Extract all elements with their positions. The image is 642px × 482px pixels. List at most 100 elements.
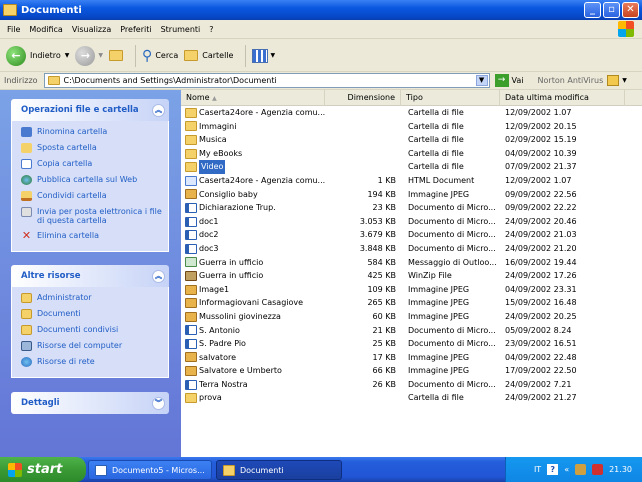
table-row[interactable]: salvatore 17 KB Immagine JPEG 04/09/2002 22… xyxy=(181,351,642,365)
close-button[interactable]: ✕ xyxy=(622,2,639,18)
system-tray: IT ? « 21.30 xyxy=(505,457,642,482)
table-row[interactable]: S. Antonio 21 KB Documento di Micro... 05/0… xyxy=(181,324,642,338)
address-input[interactable]: C:\Documents and Settings\Administrator\… xyxy=(43,73,490,88)
table-row[interactable]: prova Cartella di file 24/09/2002 21.27 xyxy=(181,391,642,405)
title-bar[interactable]: Documenti _ ▫ ✕ xyxy=(0,0,642,20)
collapse-icon[interactable]: ︽ xyxy=(152,103,165,117)
menu-modifica[interactable]: Modifica xyxy=(26,25,68,34)
table-row[interactable]: S. Padre Pio 25 KB Documento di Micro... 23… xyxy=(181,337,642,351)
cell-date: 24/09/2002 20.46 xyxy=(505,216,577,226)
task-move-folder[interactable]: Sposta cartella xyxy=(21,143,168,159)
taskbar-item-word[interactable]: Documento5 - Micros... xyxy=(88,460,212,480)
table-row[interactable]: Mussolini giovinezza 60 KB Immagine JPEG 24… xyxy=(181,310,642,324)
menu-help[interactable]: ? xyxy=(206,25,219,34)
taskbar-item-documenti[interactable]: Documenti xyxy=(216,460,342,480)
go-button[interactable]: → Vai xyxy=(494,74,524,87)
panel-header[interactable]: Altre risorse ︽ xyxy=(11,265,169,287)
place-my-computer[interactable]: Risorse del computer xyxy=(21,341,168,357)
start-button[interactable]: start xyxy=(0,457,86,482)
task-rename-folder[interactable]: Rinomina cartella xyxy=(21,127,168,143)
cell-size: 1 KB xyxy=(377,175,396,185)
views-button[interactable]: ▼ xyxy=(252,48,275,63)
chevron-down-icon[interactable]: ▼ xyxy=(98,52,103,59)
task-publish-web[interactable]: Pubblica cartella sul Web xyxy=(21,175,168,191)
table-row[interactable]: Immagini Cartella di file 12/09/2002 20.15 xyxy=(181,120,642,134)
chevron-down-icon[interactable]: ▼ xyxy=(65,52,70,59)
forward-button[interactable]: → ▼ xyxy=(75,45,103,66)
back-button[interactable]: ← Indietro ▼ xyxy=(6,45,70,66)
column-type[interactable]: Tipo xyxy=(401,90,500,106)
chevron-down-icon[interactable]: ▼ xyxy=(622,77,627,84)
task-delete-folder[interactable]: ✕ Elimina cartella xyxy=(21,230,168,247)
table-row[interactable]: doc2 3.679 KB Documento di Micro... 24/09/2… xyxy=(181,228,642,242)
tray-antivirus-icon[interactable] xyxy=(592,464,604,475)
maximize-button[interactable]: ▫ xyxy=(603,2,620,18)
table-row[interactable]: Guerra in ufficio 425 KB WinZip File 24/09/… xyxy=(181,269,642,283)
menu-file[interactable]: File xyxy=(4,25,26,34)
help-icon[interactable]: ? xyxy=(547,464,559,475)
up-button[interactable] xyxy=(109,50,124,61)
file-name: My eBooks xyxy=(199,148,243,158)
place-network[interactable]: Risorse di rete xyxy=(21,357,168,373)
zip-icon xyxy=(185,270,197,281)
cell-name: Video xyxy=(181,160,325,174)
minimize-button[interactable]: _ xyxy=(584,2,601,18)
cell-name: Guerra in ufficio xyxy=(181,269,325,283)
folders-button[interactable]: Cartelle xyxy=(184,50,233,61)
column-name[interactable]: Nome ▲ xyxy=(181,90,325,106)
collapse-icon[interactable]: ︽ xyxy=(152,269,165,283)
column-size[interactable]: Dimensione xyxy=(325,90,401,106)
address-path: C:\Documents and Settings\Administrator\… xyxy=(63,76,277,85)
place-documenti[interactable]: Documenti xyxy=(21,309,168,325)
search-button[interactable]: ⚲ Cerca xyxy=(142,48,178,64)
table-row[interactable]: Video Cartella di file 07/09/2002 21.37 xyxy=(181,160,642,174)
table-row[interactable]: Musica Cartella di file 02/09/2002 15.19 xyxy=(181,133,642,147)
folder-icon xyxy=(185,107,197,118)
place-administrator[interactable]: Administrator xyxy=(21,293,168,309)
table-row[interactable]: Informagiovani Casagiove 265 KB Immagine J… xyxy=(181,296,642,310)
clock[interactable]: 21.30 xyxy=(609,465,632,474)
jpeg-icon xyxy=(185,366,197,377)
menu-strumenti[interactable]: Strumenti xyxy=(158,25,207,34)
table-row[interactable]: Caserta24ore - Agenzia comu... Cartella d… xyxy=(181,106,642,120)
cell-type: Immagine JPEG xyxy=(408,352,470,362)
table-row[interactable]: doc3 3.848 KB Documento di Micro... 24/09/2… xyxy=(181,242,642,256)
table-row[interactable]: Salvatore e Umberto 66 KB Immagine JPEG 17/… xyxy=(181,364,642,378)
html-icon xyxy=(185,175,197,186)
table-row[interactable]: My eBooks Cartella di file 04/09/2002 10.3… xyxy=(181,147,642,161)
column-header: Nome ▲ Dimensione Tipo Data ultima modif… xyxy=(181,90,642,106)
cell-size: 3.848 KB xyxy=(359,243,396,253)
task-copy-folder[interactable]: Copia cartella xyxy=(21,159,168,175)
cell-type: Documento di Micro... xyxy=(408,243,496,253)
table-row[interactable]: Dichiarazione Trup. 23 KB Documento di Mic… xyxy=(181,201,642,215)
place-shared-documents[interactable]: Documenti condivisi xyxy=(21,325,168,341)
tray-app-icon[interactable] xyxy=(575,464,587,475)
table-row[interactable]: Guerra in ufficio 584 KB Messaggio di Outl… xyxy=(181,256,642,270)
file-name: doc1 xyxy=(199,216,219,226)
column-date[interactable]: Data ultima modifica xyxy=(500,90,625,106)
table-row[interactable]: Consiglio baby 194 KB Immagine JPEG 09/09/2… xyxy=(181,188,642,202)
language-indicator[interactable]: IT xyxy=(534,465,541,474)
table-row[interactable]: Terra Nostra 26 KB Documento di Micro... 24… xyxy=(181,378,642,392)
task-email-files[interactable]: Invia per posta elettronica i file di qu… xyxy=(21,207,168,231)
task-label: Rinomina cartella xyxy=(37,127,108,136)
panel-header[interactable]: Dettagli ︾ xyxy=(11,392,169,414)
norton-icon[interactable] xyxy=(607,75,620,86)
chevron-down-icon[interactable]: ▼ xyxy=(475,75,488,86)
doc-icon xyxy=(185,379,197,390)
panel-header[interactable]: Operazioni file e cartella ︽ xyxy=(11,99,169,121)
table-row[interactable]: doc1 3.053 KB Documento di Micro... 24/09/2… xyxy=(181,215,642,229)
expand-icon[interactable]: ︾ xyxy=(152,396,165,410)
norton-antivirus-label[interactable]: Norton AntiVirus xyxy=(538,76,604,85)
table-row[interactable]: Caserta24ore - Agenzia comu... 1 KB HTML D… xyxy=(181,174,642,188)
go-arrow-icon: → xyxy=(494,74,509,87)
folders-icon xyxy=(184,50,199,61)
menu-preferiti[interactable]: Preferiti xyxy=(117,25,157,34)
chevron-icon[interactable]: « xyxy=(564,465,569,474)
cell-size: 584 KB xyxy=(367,257,396,267)
menu-visualizza[interactable]: Visualizza xyxy=(69,25,117,34)
cell-size xyxy=(325,147,401,161)
table-row[interactable]: Image1 109 KB Immagine JPEG 04/09/2002 23.3… xyxy=(181,283,642,297)
task-label: Documento5 - Micros... xyxy=(112,465,205,475)
task-share-folder[interactable]: Condividi cartella xyxy=(21,191,168,207)
